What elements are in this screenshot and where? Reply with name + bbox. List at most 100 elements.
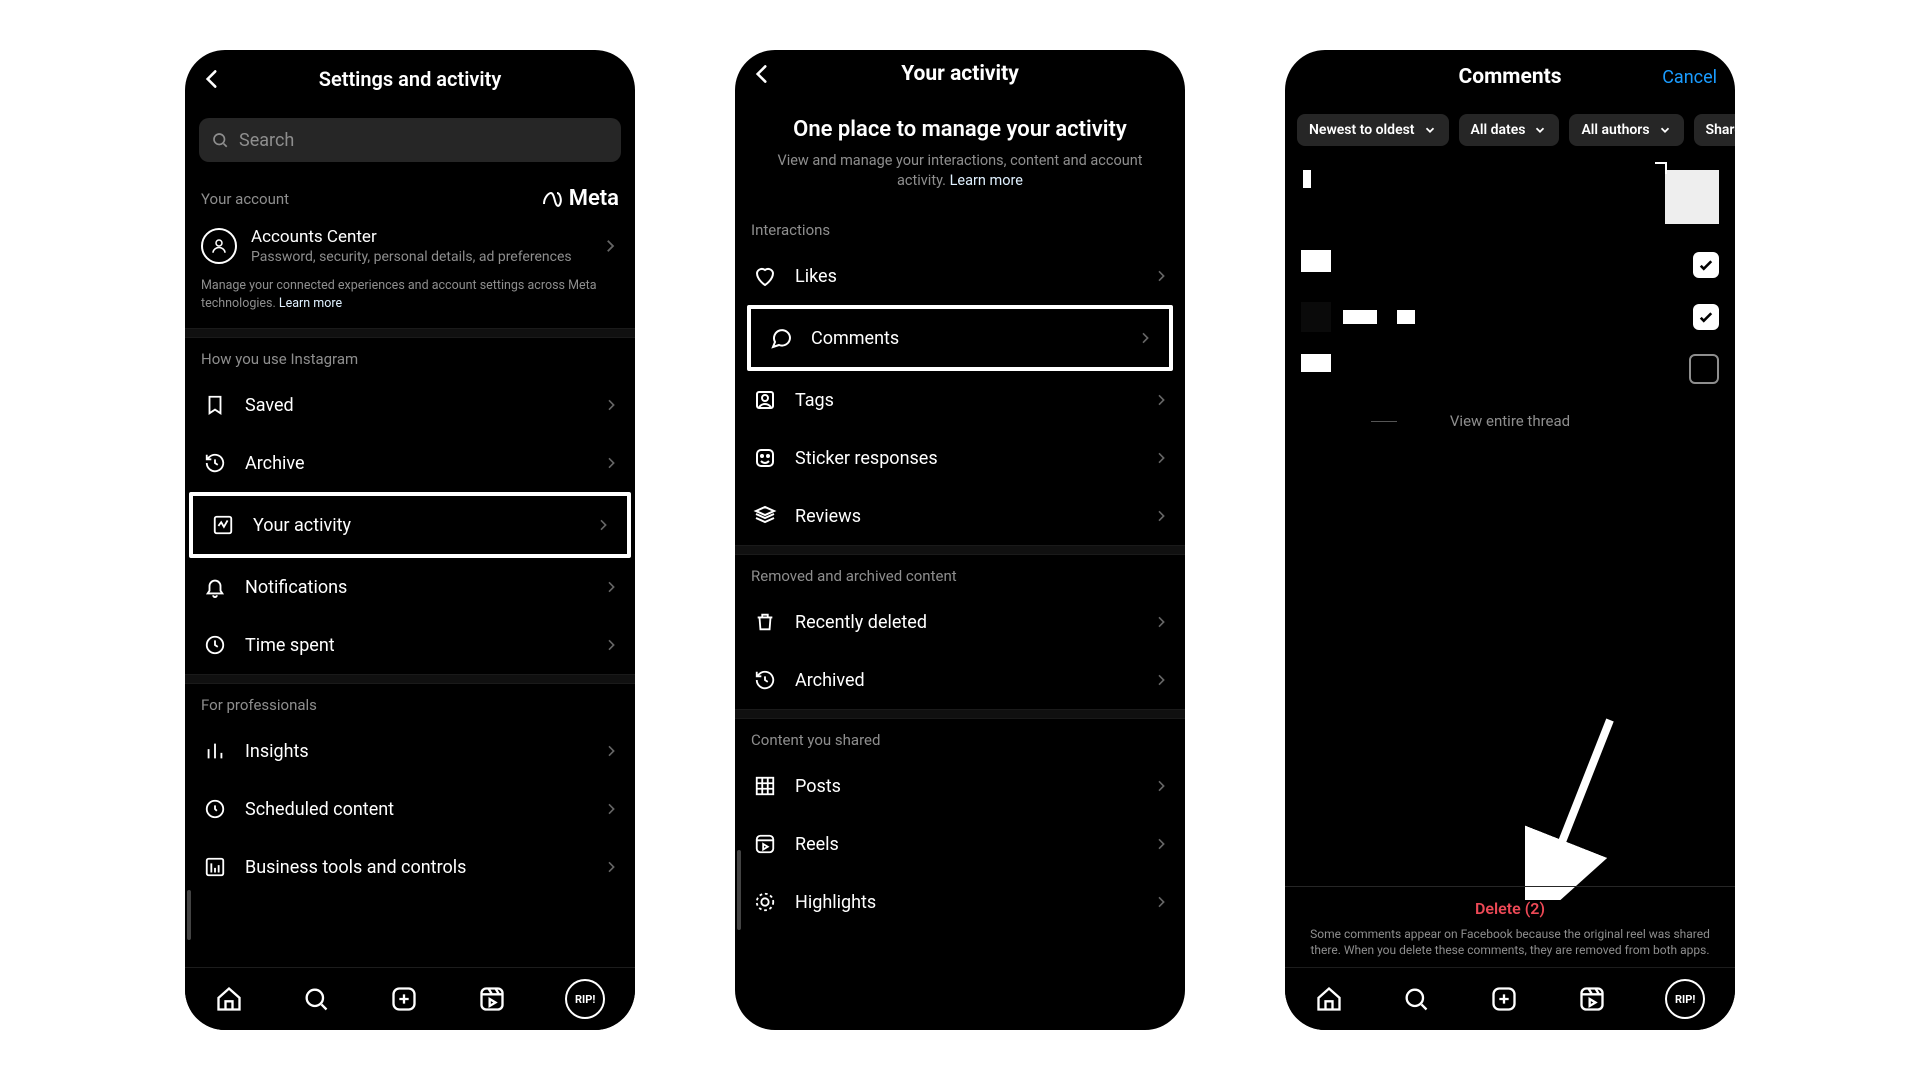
row-insights[interactable]: Insights bbox=[185, 722, 635, 780]
filter-sort[interactable]: Newest to oldest bbox=[1297, 114, 1449, 146]
your-activity-sub: View and manage your interactions, conte… bbox=[735, 151, 1185, 210]
row-notifications[interactable]: Notifications bbox=[185, 558, 635, 616]
chevron-right-icon bbox=[1153, 392, 1169, 408]
search-container: Search bbox=[185, 108, 635, 174]
row-likes[interactable]: Likes bbox=[735, 247, 1185, 305]
learn-more-link[interactable]: Learn more bbox=[279, 296, 342, 311]
back-arrow-icon[interactable] bbox=[199, 66, 225, 92]
chevron-down-icon bbox=[1658, 123, 1672, 137]
comment-item[interactable] bbox=[1301, 354, 1719, 396]
row-comments[interactable]: Comments bbox=[751, 309, 1169, 367]
chevron-right-icon bbox=[1153, 508, 1169, 524]
section-removed: Removed and archived content bbox=[735, 555, 1185, 593]
comment-item[interactable] bbox=[1301, 302, 1719, 354]
row-saved[interactable]: Saved bbox=[185, 376, 635, 434]
back-arrow-icon[interactable] bbox=[749, 61, 775, 87]
schedule-icon bbox=[201, 798, 229, 820]
nav-home-icon[interactable] bbox=[215, 985, 243, 1013]
trash-icon bbox=[751, 611, 779, 633]
avatar bbox=[1301, 250, 1331, 280]
row-highlights[interactable]: Highlights bbox=[735, 873, 1185, 931]
screen-settings: Settings and activity Search Your accoun… bbox=[185, 50, 635, 1030]
accounts-center-sub: Password, security, personal details, ad… bbox=[251, 249, 601, 265]
delete-note: Some comments appear on Facebook because… bbox=[1301, 918, 1719, 962]
chevron-right-icon bbox=[601, 237, 619, 255]
page-title: Comments bbox=[1459, 65, 1562, 89]
meta-icon bbox=[541, 187, 565, 211]
meta-fine-print: Manage your connected experiences and ac… bbox=[185, 277, 635, 328]
delete-button[interactable]: Delete (2) bbox=[1301, 899, 1719, 918]
row-your-activity[interactable]: Your activity bbox=[193, 496, 627, 554]
nav-reels-icon[interactable] bbox=[478, 985, 506, 1013]
screen-comments: Comments Cancel Newest to oldest All dat… bbox=[1285, 50, 1735, 1030]
row-time-spent[interactable]: Time spent bbox=[185, 616, 635, 674]
delete-bar: Delete (2) Some comments appear on Faceb… bbox=[1285, 886, 1735, 968]
checkbox-unchecked[interactable] bbox=[1689, 354, 1719, 384]
section-your-account: Your account Meta bbox=[185, 174, 635, 219]
divider bbox=[185, 674, 635, 684]
filter-dates[interactable]: All dates bbox=[1459, 114, 1560, 146]
meta-logo: Meta bbox=[541, 186, 619, 211]
chevron-right-icon bbox=[1153, 836, 1169, 852]
scroll-indicator bbox=[737, 850, 741, 930]
filter-chips: Newest to oldest All dates All authors S… bbox=[1285, 104, 1735, 156]
comment-icon bbox=[767, 326, 795, 350]
bell-icon bbox=[201, 576, 229, 598]
biztools-icon bbox=[201, 856, 229, 878]
nav-reels-icon[interactable] bbox=[1578, 985, 1606, 1013]
nav-profile-icon[interactable]: RIP! bbox=[565, 979, 605, 1019]
chevron-right-icon bbox=[603, 801, 619, 817]
row-recently-deleted[interactable]: Recently deleted bbox=[735, 593, 1185, 651]
chevron-right-icon bbox=[1153, 672, 1169, 688]
chevron-right-icon bbox=[603, 859, 619, 875]
history-icon bbox=[201, 452, 229, 474]
nav-search-icon[interactable] bbox=[1402, 985, 1430, 1013]
highlight-icon bbox=[751, 891, 779, 913]
avatar bbox=[1301, 302, 1331, 332]
nav-profile-icon[interactable]: RIP! bbox=[1665, 979, 1705, 1019]
row-archived[interactable]: Archived bbox=[735, 651, 1185, 709]
nav-create-icon[interactable] bbox=[1490, 985, 1518, 1013]
search-icon bbox=[211, 131, 229, 149]
row-sticker[interactable]: Sticker responses bbox=[735, 429, 1185, 487]
scroll-indicator bbox=[187, 890, 191, 940]
comment-item[interactable] bbox=[1301, 242, 1719, 302]
filter-authors[interactable]: All authors bbox=[1569, 114, 1683, 146]
chevron-right-icon bbox=[603, 743, 619, 759]
redacted-text bbox=[1303, 170, 1311, 188]
page-title: Settings and activity bbox=[319, 67, 502, 91]
chevron-down-icon bbox=[1533, 123, 1547, 137]
cancel-button[interactable]: Cancel bbox=[1662, 67, 1717, 88]
nav-create-icon[interactable] bbox=[390, 985, 418, 1013]
view-thread-link[interactable]: View entire thread bbox=[1301, 396, 1719, 446]
row-reviews[interactable]: Reviews bbox=[735, 487, 1185, 545]
your-activity-heading: One place to manage your activity bbox=[735, 98, 1185, 151]
chevron-right-icon bbox=[1153, 778, 1169, 794]
nav-home-icon[interactable] bbox=[1315, 985, 1343, 1013]
comment-item[interactable] bbox=[1301, 162, 1719, 242]
chevron-right-icon bbox=[1153, 450, 1169, 466]
accounts-center-row[interactable]: Accounts Center Password, security, pers… bbox=[185, 219, 635, 277]
redacted-text bbox=[1343, 310, 1377, 324]
row-tags[interactable]: Tags bbox=[735, 371, 1185, 429]
divider bbox=[735, 545, 1185, 555]
grid-icon bbox=[751, 775, 779, 797]
bottom-nav: RIP! bbox=[1285, 967, 1735, 1030]
chevron-right-icon bbox=[603, 397, 619, 413]
checkbox-checked[interactable] bbox=[1693, 252, 1719, 278]
row-archive[interactable]: Archive bbox=[185, 434, 635, 492]
row-reels[interactable]: Reels bbox=[735, 815, 1185, 873]
search-input[interactable]: Search bbox=[199, 118, 621, 162]
row-scheduled[interactable]: Scheduled content bbox=[185, 780, 635, 838]
row-biztools[interactable]: Business tools and controls bbox=[185, 838, 635, 896]
arrow-annotation-icon bbox=[1525, 710, 1625, 900]
row-posts[interactable]: Posts bbox=[735, 757, 1185, 815]
learn-more-link[interactable]: Learn more bbox=[950, 172, 1023, 189]
section-shared: Content you shared bbox=[735, 719, 1185, 757]
activity-icon bbox=[209, 514, 237, 536]
checkbox-checked[interactable] bbox=[1693, 304, 1719, 330]
nav-search-icon[interactable] bbox=[302, 985, 330, 1013]
chevron-right-icon bbox=[1137, 330, 1153, 346]
highlight-comments: Comments bbox=[747, 305, 1173, 371]
filter-shared[interactable]: Shared to bbox=[1694, 114, 1735, 146]
